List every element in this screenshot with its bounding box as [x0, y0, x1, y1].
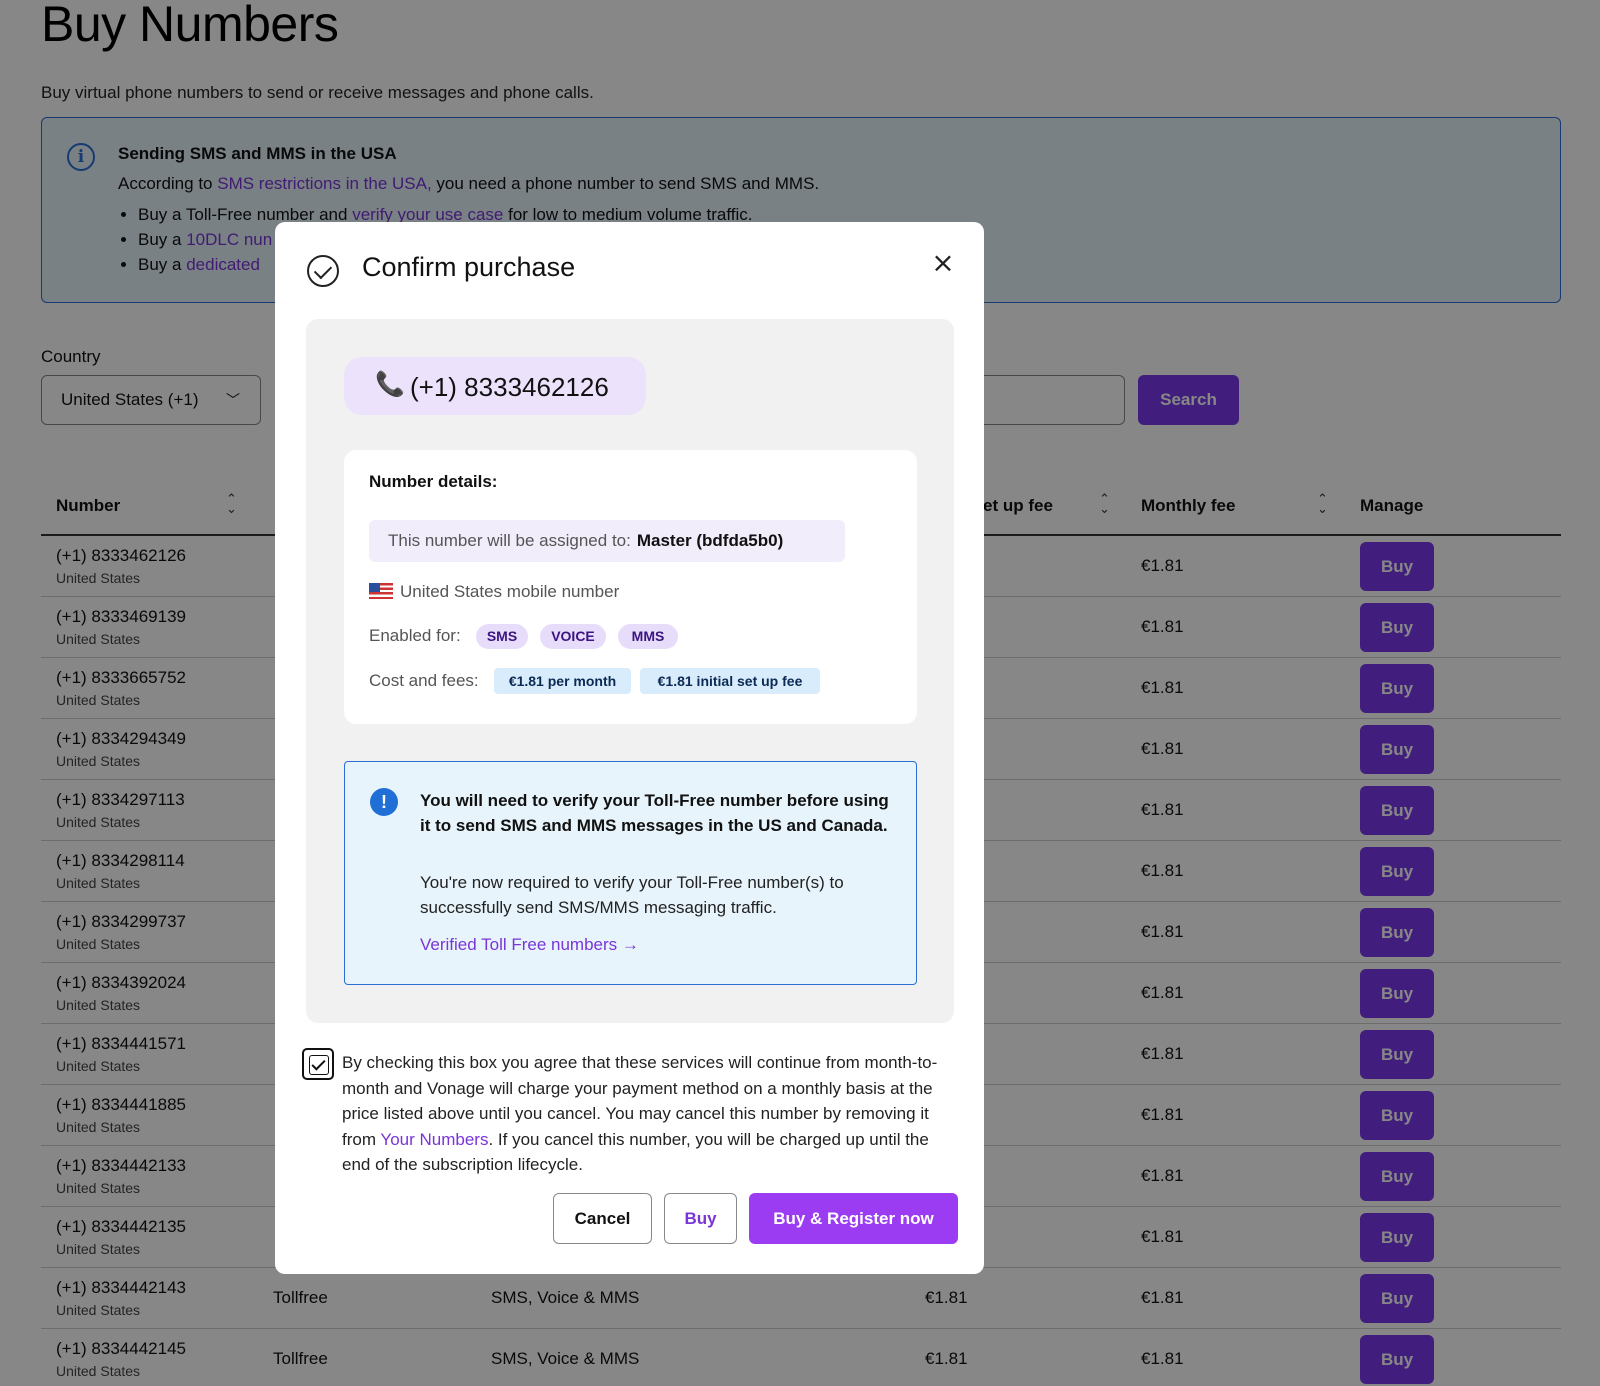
- phone-hash-icon: 📞: [375, 371, 405, 398]
- agree-checkbox[interactable]: [302, 1048, 334, 1080]
- warning-body: You're now required to verify your Toll-…: [420, 873, 844, 917]
- number-type-text: mobile number: [506, 582, 620, 601]
- number-country-line: United States mobile number: [369, 582, 619, 602]
- feature-badge-mms: MMS: [618, 624, 678, 649]
- agree-text: By checking this box you agree that thes…: [342, 1050, 957, 1178]
- assignment-box: This number will be assigned to: Master (…: [369, 520, 845, 562]
- warning-title: You will need to verify your Toll-Free n…: [420, 791, 889, 835]
- assign-label: This number will be assigned to:: [388, 531, 631, 550]
- exclamation-icon: !: [370, 788, 398, 816]
- buy-button[interactable]: Buy: [664, 1193, 737, 1244]
- feature-badge-voice: VOICE: [540, 624, 606, 649]
- enabled-label: Enabled for:: [369, 626, 461, 645]
- verification-warning: ! You will need to verify your Toll-Free…: [344, 761, 917, 985]
- dialog-title: Confirm purchase: [362, 252, 576, 282]
- your-numbers-link[interactable]: Your Numbers: [380, 1130, 488, 1149]
- confirm-purchase-dialog: Confirm purchase × 📞 (+1) 8333462126 Num…: [275, 222, 984, 1274]
- country-text: United States: [400, 582, 503, 601]
- close-icon[interactable]: ×: [930, 249, 956, 277]
- setup-fee-badge: €1.81 initial set up fee: [640, 668, 820, 694]
- check-circle-icon: [307, 255, 339, 287]
- cost-label: Cost and fees:: [369, 671, 479, 690]
- us-flag-icon: [369, 583, 393, 599]
- verified-toll-free-link[interactable]: Verified Toll Free numbers →: [420, 935, 639, 955]
- assign-value: Master (bdfda5b0): [636, 531, 784, 550]
- phone-number-chip: 📞 (+1) 8333462126: [344, 357, 646, 415]
- purchase-summary-panel: 📞 (+1) 8333462126 Number details: This n…: [306, 319, 954, 1023]
- details-title: Number details:: [369, 472, 498, 491]
- number-details-card: Number details: This number will be assi…: [344, 450, 917, 724]
- buy-and-register-button[interactable]: Buy & Register now: [749, 1193, 958, 1244]
- monthly-fee-badge: €1.81 per month: [494, 668, 631, 694]
- checkmark-icon: [311, 1056, 326, 1071]
- feature-badge-sms: SMS: [476, 624, 528, 649]
- phone-number: (+1) 8333462126: [410, 372, 609, 402]
- cancel-button[interactable]: Cancel: [553, 1193, 652, 1244]
